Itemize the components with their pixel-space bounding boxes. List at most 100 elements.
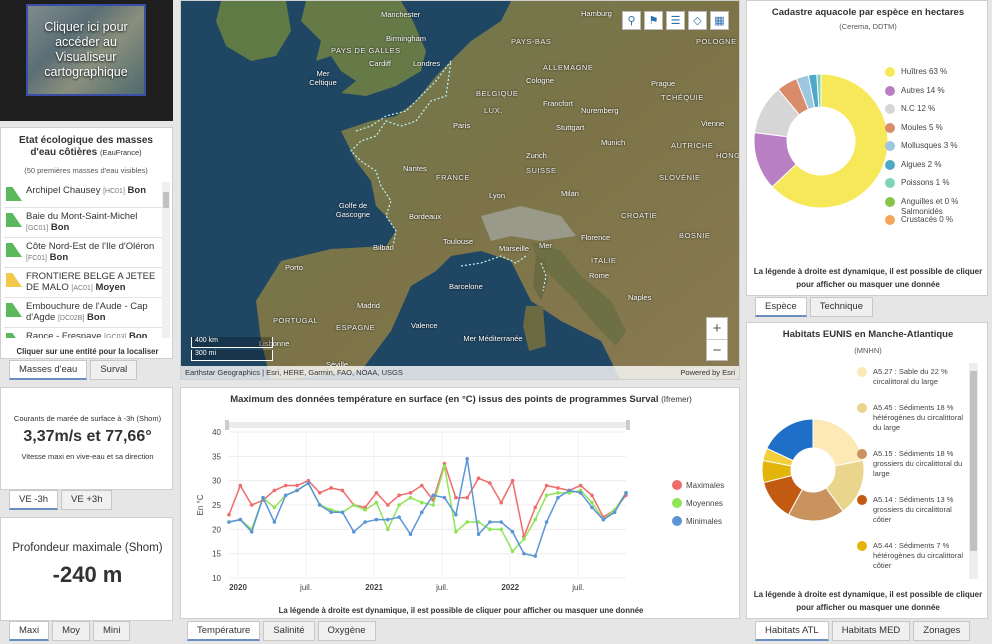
water-list[interactable]: Archipel Chausey [HC01] Bon Baie du Mont-… [4, 182, 162, 338]
data-point[interactable] [476, 532, 481, 536]
tab-mini[interactable]: Mini [93, 621, 131, 641]
tab-moy[interactable]: Moy [52, 621, 91, 641]
scrollbar-thumb[interactable] [163, 192, 169, 208]
data-point[interactable] [590, 500, 594, 505]
data-point[interactable] [499, 527, 504, 532]
data-point[interactable] [465, 520, 470, 524]
water-list-item[interactable]: Archipel Chausey [HC01] Bon [4, 182, 162, 208]
data-point[interactable] [612, 510, 617, 515]
water-list-scrollbar[interactable] [162, 182, 170, 338]
water-list-item[interactable]: FRONTIERE BELGE A JETEE DE MALO [AC01] M… [4, 268, 162, 298]
data-point[interactable] [386, 527, 390, 532]
data-point[interactable] [420, 483, 424, 488]
legend-item[interactable]: A5.15 : Sédiments 18 % grossiers du circ… [857, 449, 967, 479]
data-point[interactable] [317, 503, 322, 507]
water-list-item[interactable]: Rance - Fresnaye [GC03] Bon [4, 328, 162, 338]
tab-ve-plus-3h[interactable]: VE +3h [61, 490, 113, 510]
tab-technique[interactable]: Technique [809, 297, 873, 317]
data-point[interactable] [249, 503, 254, 507]
tab-masses-eau[interactable]: Masses d'eau [9, 360, 88, 380]
data-point[interactable] [272, 520, 277, 524]
map-view[interactable]: Hamburg Manchester Birmingham PAYS DE GA… [180, 0, 740, 380]
data-point[interactable] [272, 505, 277, 510]
temperature-line-chart[interactable]: 10 15 20 25 30 35 40 2020 juil. 2021 juil. 2022 juil… [181, 410, 740, 610]
data-point[interactable] [476, 476, 481, 481]
data-point[interactable] [340, 488, 345, 493]
legend-marker-moyennes[interactable] [672, 498, 682, 508]
data-point[interactable] [374, 500, 379, 505]
tab-espece[interactable]: Espèce [755, 297, 807, 317]
layers-icon[interactable]: ◇ [688, 11, 707, 30]
legend-item[interactable]: Huîtres 63 % [885, 67, 981, 77]
data-point[interactable] [283, 483, 288, 488]
data-point[interactable] [522, 551, 526, 556]
data-point[interactable] [488, 481, 492, 485]
legend-item[interactable]: Mollusques 3 % [885, 141, 981, 151]
search-icon[interactable]: ⚲ [622, 11, 641, 30]
data-point[interactable] [544, 493, 549, 498]
data-point[interactable] [533, 505, 538, 510]
legend-item[interactable]: Poissons 1 % [885, 178, 981, 188]
legend-label-maximales[interactable]: Maximales [686, 481, 724, 490]
bookmark-icon[interactable]: ⚑ [644, 11, 663, 30]
data-point[interactable] [397, 493, 401, 498]
list-icon[interactable]: ☰ [666, 11, 685, 30]
water-list-item[interactable]: Baie du Mont-Saint-Michel [GC01] Bon [4, 208, 162, 238]
water-list-item[interactable]: Côte Nord-Est de l'Ile d'Oléron [FC01] B… [4, 238, 162, 268]
data-point[interactable] [454, 529, 458, 534]
data-point[interactable] [499, 500, 504, 505]
data-point[interactable] [510, 549, 515, 554]
data-point[interactable] [578, 483, 583, 488]
tab-zonages[interactable]: Zonages [913, 621, 971, 641]
legend-item[interactable]: A5.45 : Sédiments 18 % hétérogènes du ci… [857, 403, 967, 433]
data-point[interactable] [386, 517, 390, 522]
data-point[interactable] [238, 517, 243, 522]
data-point[interactable] [386, 503, 390, 507]
zoom-in-button[interactable]: + [707, 318, 727, 339]
tab-salinite[interactable]: Salinité [263, 621, 315, 641]
eunis-legend-scrollbar[interactable] [969, 363, 978, 579]
data-point[interactable] [544, 483, 549, 488]
data-point[interactable] [590, 493, 594, 498]
data-point[interactable] [510, 478, 515, 483]
legend-item[interactable]: Crustacés 0 % [885, 215, 981, 225]
data-point[interactable] [601, 517, 606, 522]
data-point[interactable] [556, 486, 560, 490]
data-point[interactable] [454, 512, 458, 517]
data-point[interactable] [590, 505, 594, 510]
map-launcher-tile[interactable]: Cliquer ici pour accéder au Visualiseur … [0, 0, 173, 121]
data-point[interactable] [397, 515, 401, 519]
data-point[interactable] [295, 483, 299, 488]
data-point[interactable] [374, 491, 379, 495]
data-point[interactable] [374, 517, 379, 522]
data-point[interactable] [340, 510, 345, 515]
data-point[interactable] [283, 493, 288, 498]
legend-item[interactable]: A5.27 : Sable du 22 % circalittoral du l… [857, 367, 967, 387]
range-slider-handle[interactable] [626, 420, 630, 430]
data-point[interactable] [488, 527, 492, 532]
data-point[interactable] [624, 491, 628, 495]
data-point[interactable] [329, 486, 333, 490]
data-point[interactable] [408, 495, 413, 500]
data-point[interactable] [556, 491, 560, 495]
data-point[interactable] [488, 520, 492, 524]
data-point[interactable] [363, 508, 367, 512]
map-launcher-image[interactable]: Cliquer ici pour accéder au Visualiseur … [26, 4, 146, 96]
map-launcher-label[interactable]: Cliquer ici pour accéder au Visualiseur … [28, 20, 144, 80]
data-point[interactable] [420, 510, 424, 515]
legend-marker-maximales[interactable] [672, 480, 682, 490]
data-point[interactable] [227, 520, 231, 524]
tab-maxi[interactable]: Maxi [9, 621, 50, 641]
powered-by-esri[interactable]: Powered by Esri [680, 368, 735, 377]
legend-item[interactable]: Moules 5 % [885, 122, 981, 133]
zoom-out-button[interactable]: − [707, 339, 727, 360]
water-list-item[interactable]: Embouchure de l'Aude - Cap d'Agde [DC02B… [4, 298, 162, 328]
legend-item[interactable]: Algues 2 % [885, 159, 981, 170]
legend-marker-minimales[interactable] [672, 516, 682, 526]
data-point[interactable] [363, 520, 367, 524]
data-point[interactable] [351, 529, 356, 534]
data-point[interactable] [533, 554, 538, 558]
data-point[interactable] [272, 488, 277, 493]
legend-label-moyennes[interactable]: Moyennes [686, 499, 723, 508]
data-point[interactable] [442, 464, 447, 468]
